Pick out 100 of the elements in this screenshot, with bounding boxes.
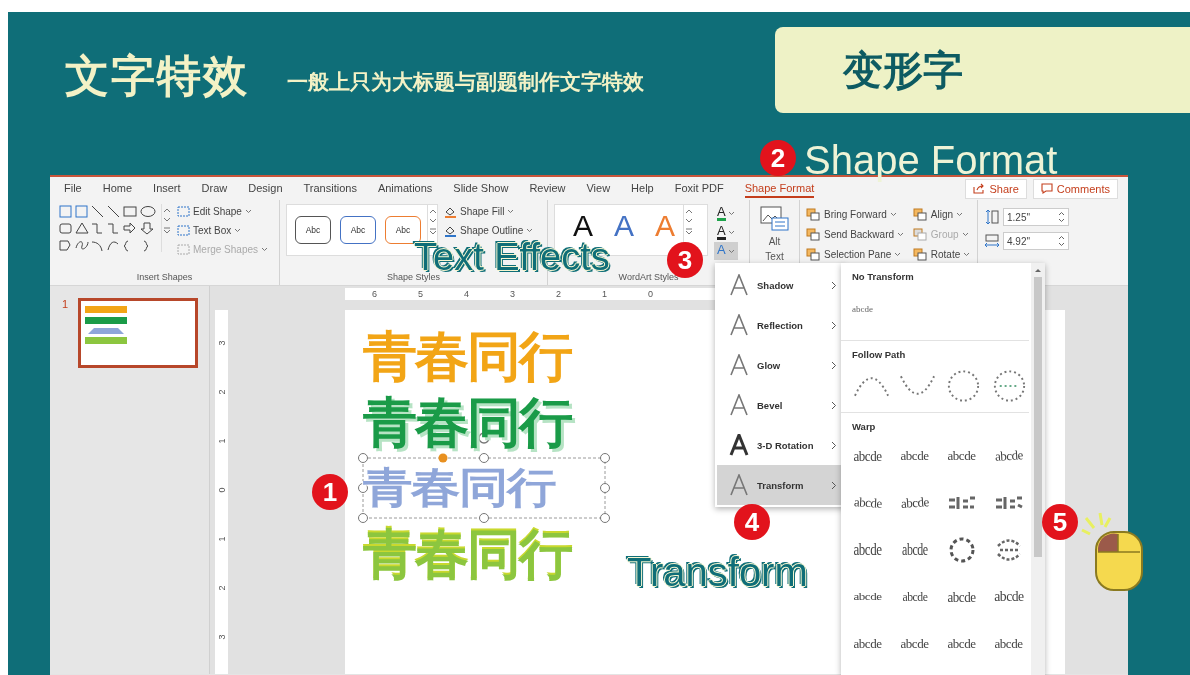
width-field[interactable]: 4.92" [1003,232,1069,250]
ribbon-tab[interactable]: Design [248,179,283,198]
warp-option[interactable]: abcde [900,447,929,464]
ribbon-tab[interactable]: Home [102,179,133,198]
layers-icon [806,207,821,221]
warp-option[interactable]: abcde [901,539,928,560]
menu-item[interactable]: 3-D Rotation [717,425,843,465]
comments-button[interactable]: Comments [1032,178,1118,199]
ribbon-tab[interactable]: Slide Show [453,179,509,198]
ribbon-tab[interactable]: Animations [377,179,433,198]
no-transform-option[interactable]: abcde [852,304,880,314]
layers-icon [912,207,928,221]
warp-option[interactable]: abcde [853,590,882,603]
ribbon-command[interactable]: Edit Shape [177,205,269,218]
ribbon-command[interactable]: Text Box [177,224,269,237]
ribbon-command[interactable]: Rotate [912,247,971,261]
menu-item[interactable]: Reflection [717,305,843,345]
scroll-up-icon[interactable] [684,208,693,214]
caret-icon [956,211,964,217]
ribbon-command[interactable]: Shape Fill [444,205,534,218]
command-icon [177,206,190,217]
text-format-button[interactable]: A [714,223,738,241]
wordart-text[interactable]: 青春同行 [363,392,571,452]
ribbon-tab[interactable]: Review [529,179,566,198]
letter-effect-icon [729,274,749,296]
ribbon-tab[interactable]: Foxit PDF [674,179,724,198]
style-swatch[interactable]: Abc [340,216,376,244]
spinner-arrows-icon[interactable] [1058,211,1065,223]
wordart-style[interactable]: A [573,210,593,242]
scroll-down-icon[interactable] [428,218,437,224]
scroll-down-icon[interactable] [162,217,171,223]
slide-subtitle: 一般上只为大标题与副题制作文字特效 [287,69,644,96]
style-swatch[interactable]: Abc [295,216,331,244]
warp-option[interactable]: abcde [947,635,976,652]
style-swatch[interactable]: Abc [385,216,421,244]
menu-item[interactable]: Bevel [717,385,843,425]
ribbon-tab[interactable]: File [64,179,82,198]
expand-gallery-icon[interactable] [684,228,693,235]
caret-icon [507,209,515,214]
comment-icon [1040,183,1053,194]
chevron-right-icon [831,360,837,370]
warp-option[interactable]: abcde [853,635,882,652]
scroll-up-icon[interactable] [162,207,171,213]
shapes-gallery-drawing[interactable] [58,204,158,254]
expand-gallery-icon[interactable] [428,228,437,235]
section-heading: No Transform [852,271,915,282]
slide-thumbnail[interactable] [78,298,199,368]
warp-option[interactable]: abcde [853,539,882,560]
callout-label: Shape Format [804,140,1058,180]
scroll-up-icon[interactable] [1034,267,1042,273]
height-field[interactable]: 1.25" [1003,208,1069,226]
step-number-badge: 2 [760,140,796,176]
spinner-arrows-icon[interactable] [1058,235,1065,247]
chevron-right-icon [831,440,837,450]
group-label: WordArt Styles [617,272,680,284]
slide-title: 文字特效 [65,49,249,103]
text-format-button[interactable]: A [714,204,738,222]
caret-icon [727,210,735,216]
chevron-right-icon [831,480,837,490]
warp-option[interactable]: abcde [994,446,1023,465]
chevron-right-icon [831,400,837,410]
caret-icon [727,248,735,254]
ribbon-command[interactable]: Align [912,207,971,221]
letter-effect-icon [729,474,749,496]
warp-option[interactable]: abcde [902,588,927,605]
ribbon-command[interactable]: Shape Outline [444,224,534,237]
warp-option[interactable]: abcde [947,448,976,463]
caret-icon [897,231,905,237]
ribbon-tab[interactable]: View [586,179,611,198]
ribbon-tab[interactable]: Transitions [303,179,357,198]
warp-option[interactable]: abcde [853,493,882,512]
ribbon-command[interactable]: Selection Pane [806,247,905,261]
share-button[interactable]: Share [965,178,1027,199]
alt-text-button[interactable]: Alt Text [759,204,790,264]
letter-effect-icon [729,354,749,376]
caret-icon [894,251,902,257]
menu-item[interactable]: Transform [717,465,843,505]
wordart-style[interactable]: A [614,210,635,242]
warp-option[interactable]: abcde [993,588,1024,605]
expand-gallery-icon[interactable] [162,227,171,234]
scroll-up-icon[interactable] [428,208,437,214]
ribbon-command[interactable]: Bring Forward [806,207,905,221]
warp-option[interactable]: abcde [900,493,929,512]
warp-option[interactable]: abcde [994,635,1023,652]
warp-option[interactable]: abcde [947,586,976,607]
caret-icon [526,228,534,233]
ribbon-tab[interactable]: Help [631,179,654,198]
warp-option[interactable]: abcde [853,446,882,465]
scroll-down-icon[interactable] [684,218,693,224]
ribbon-command[interactable]: Send Backward [806,227,905,241]
caret-icon [261,247,269,252]
ribbon-tab[interactable]: Shape Format [744,179,815,198]
warp-option[interactable]: abcde [900,636,929,651]
caret-icon [234,228,242,233]
scrollbar[interactable] [1031,263,1045,675]
ribbon-tab[interactable]: Insert [153,179,181,198]
letter-effect-icon [729,314,749,336]
picture-icon [759,206,790,234]
ribbon-tab[interactable]: Draw [201,179,228,198]
menu-item[interactable]: Glow [717,345,843,385]
